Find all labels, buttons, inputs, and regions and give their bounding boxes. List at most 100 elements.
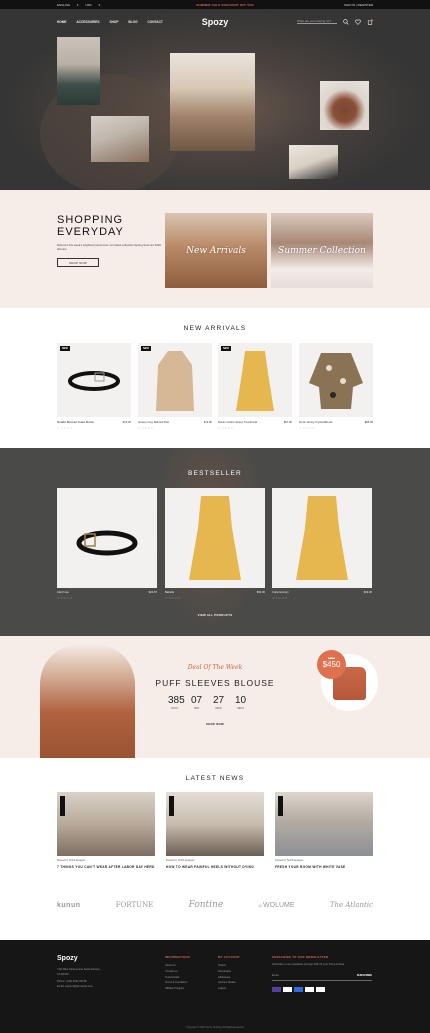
date-badge bbox=[169, 796, 174, 816]
post-title[interactable]: FRESH YOUR ROOM WITH WHITE VASE bbox=[275, 865, 373, 870]
product-image-belt[interactable]: NEW bbox=[57, 343, 131, 417]
summer-collection-card[interactable]: Summer Collection bbox=[271, 213, 373, 288]
price-badge: $560 $450 bbox=[317, 650, 346, 679]
product-image-dress[interactable]: NEW bbox=[218, 343, 292, 417]
product-price: $72.00 bbox=[203, 421, 212, 424]
belt-icon bbox=[76, 530, 138, 556]
product-card[interactable]: NEW Jersey Long Tailored Shirt $72.00 ☆☆☆… bbox=[138, 343, 212, 430]
address-line: 7111 Blue Spring Lane Santa Monica, bbox=[57, 968, 101, 971]
rating-stars: ☆☆☆☆☆ bbox=[299, 426, 315, 430]
hero-banner: HOME ACCESSORIES SHOP BLOG CONTACT Spozy… bbox=[0, 9, 430, 190]
date-badge bbox=[60, 796, 65, 816]
brand-logo[interactable]: Fontine bbox=[189, 900, 224, 910]
news-post[interactable]: Posted by Smith designer 7 THINGS YOU CA… bbox=[57, 792, 155, 870]
product-card[interactable]: Frock Jersey Crystal Blouse $85.90 ☆☆☆☆☆ bbox=[299, 343, 373, 430]
language-selector[interactable]: ENGLISH ▾ bbox=[57, 3, 79, 7]
news-image[interactable] bbox=[166, 792, 264, 856]
product-card[interactable]: NEW Metallic Bracelet Snake Buckle $73.30… bbox=[57, 343, 131, 430]
footer-address: 7111 Blue Spring Lane Santa Monica, CA 9… bbox=[57, 968, 100, 989]
nav-accessories[interactable]: ACCESSORIES bbox=[76, 20, 99, 24]
product-name[interactable]: Metallic Bracelet Snake Buckle bbox=[57, 421, 94, 424]
product-card[interactable]: Babella $50.00 ☆☆☆☆☆ bbox=[165, 488, 265, 600]
product-price: $50.00 bbox=[256, 591, 265, 594]
site-logo[interactable]: Spozy bbox=[202, 17, 229, 27]
nav-home[interactable]: HOME bbox=[57, 20, 67, 24]
old-price: $560 bbox=[328, 656, 335, 660]
product-name[interactable]: Corla Gomery bbox=[272, 591, 289, 594]
address-line: CA 90420 bbox=[57, 972, 69, 976]
amex-icon bbox=[294, 987, 303, 993]
product-name[interactable]: Denim Cotton Jersey Trenchcoat bbox=[218, 421, 257, 424]
shop-now-button[interactable]: SHOP NOW bbox=[57, 258, 99, 267]
new-price: $450 bbox=[322, 660, 341, 669]
brand-logo[interactable]: FORTUNE bbox=[116, 901, 154, 909]
product-name[interactable]: Frock Jersey Crystal Blouse bbox=[299, 421, 332, 424]
post-title[interactable]: HOW TO WEAR PAINFUL HEELS WITHOUT DYING bbox=[166, 865, 264, 870]
nav-contact[interactable]: CONTACT bbox=[147, 20, 162, 24]
footer-column-title: MY ACCOUNT bbox=[218, 955, 240, 959]
brand-logos: kunun FORTUNE Fontine ◎ WOLUME The Atlan… bbox=[57, 900, 373, 910]
product-name[interactable]: Jersey Long Tailored Shirt bbox=[138, 421, 169, 424]
countdown-minutes: 27 MINS bbox=[212, 695, 225, 710]
new-badge: NEW bbox=[221, 346, 231, 351]
post-title[interactable]: 7 THINGS YOU CAN'T WEAR AFTER LABOR DAY … bbox=[57, 865, 155, 870]
cart-icon[interactable] bbox=[367, 18, 373, 25]
nav-shop[interactable]: SHOP bbox=[109, 20, 118, 24]
mastercard-icon bbox=[305, 987, 314, 993]
product-price: $85.90 bbox=[364, 421, 373, 424]
payment-icons bbox=[272, 987, 374, 993]
news-post[interactable]: Posted by Smith designer HOW TO WEAR PAI… bbox=[166, 792, 264, 870]
deal-of-the-week-section: Deal Of The Week PUFF SLEEVES BLOUSE 385… bbox=[0, 636, 430, 758]
site-footer: Spozy 7111 Blue Spring Lane Santa Monica… bbox=[0, 940, 430, 1033]
product-image-dress[interactable] bbox=[165, 488, 265, 588]
footer-logo[interactable]: Spozy bbox=[57, 955, 78, 962]
sign-in-link[interactable]: SIGN IN | REGISTER bbox=[344, 3, 373, 7]
product-card[interactable]: Ulet Knee $22.87 ☆☆☆☆☆ bbox=[57, 488, 157, 600]
hero-photo-model-green bbox=[57, 37, 100, 105]
search-icon[interactable] bbox=[343, 18, 349, 25]
hero-photo-model-side bbox=[91, 116, 149, 162]
heart-icon[interactable] bbox=[355, 19, 361, 25]
deal-shop-now-button[interactable]: SHOP NOW bbox=[0, 722, 430, 726]
email-link[interactable]: Email: support@domainss.com bbox=[57, 985, 100, 990]
post-author: Posted by Smith designer bbox=[275, 859, 304, 862]
product-name[interactable]: Babella bbox=[165, 591, 174, 594]
subscribe-button[interactable]: SUBSCRIBE bbox=[357, 973, 372, 979]
promo-text: SUMMER SALE DISCOUNT OFF 50% bbox=[196, 2, 255, 7]
new-arrivals-title: NEW ARRIVALS bbox=[183, 325, 247, 332]
view-all-products-link[interactable]: VIEW ALL PRODUCTS bbox=[0, 613, 430, 617]
product-card[interactable]: Corla Gomery $33.00 ☆☆☆☆☆ bbox=[272, 488, 372, 600]
currency-selector[interactable]: USD ▾ bbox=[85, 3, 100, 7]
brand-logo[interactable]: kunun bbox=[57, 902, 81, 909]
latest-news-title: LATEST NEWS bbox=[185, 775, 245, 782]
footer-link[interactable]: Affiliate Program bbox=[165, 986, 190, 992]
product-image-trenchcoat[interactable]: NEW bbox=[138, 343, 212, 417]
nav-blog[interactable]: BLOG bbox=[128, 20, 137, 24]
rating-stars: ☆☆☆☆☆ bbox=[57, 426, 73, 430]
footer-link[interactable]: Logout bbox=[218, 986, 240, 992]
product-name[interactable]: Ulet Knee bbox=[57, 591, 69, 594]
dress-icon bbox=[189, 496, 241, 580]
product-image-belt[interactable] bbox=[57, 488, 157, 588]
search-input[interactable]: What are you looking for? bbox=[297, 19, 337, 24]
rating-stars: ☆☆☆☆☆ bbox=[138, 426, 154, 430]
blouse-icon bbox=[309, 353, 363, 409]
news-image[interactable] bbox=[275, 792, 373, 856]
news-image[interactable] bbox=[57, 792, 155, 856]
hero-photo-bag bbox=[320, 81, 369, 130]
product-price: $67.00 bbox=[283, 421, 292, 424]
rating-stars: ☆☆☆☆☆ bbox=[165, 596, 181, 600]
product-card[interactable]: NEW Denim Cotton Jersey Trenchcoat $67.00… bbox=[218, 343, 292, 430]
rating-stars: ☆☆☆☆☆ bbox=[218, 426, 234, 430]
newsletter-email-field[interactable]: Email SUBSCRIBE bbox=[272, 973, 372, 982]
countdown-timer: 385 DAYS 07 HRS 27 MINS 10 SECS bbox=[168, 695, 247, 710]
product-image-dress[interactable] bbox=[272, 488, 372, 588]
new-badge: NEW bbox=[141, 346, 151, 351]
product-price: $73.30 bbox=[122, 421, 131, 424]
belt-icon bbox=[68, 371, 120, 391]
new-arrivals-card[interactable]: New Arrivals bbox=[165, 213, 267, 288]
product-image-blouse[interactable] bbox=[299, 343, 373, 417]
news-post[interactable]: Posted by Smith designer FRESH YOUR ROOM… bbox=[275, 792, 373, 870]
brand-logo[interactable]: ◎ WOLUME bbox=[258, 902, 294, 909]
brand-logo[interactable]: The Atlantic bbox=[330, 901, 373, 909]
